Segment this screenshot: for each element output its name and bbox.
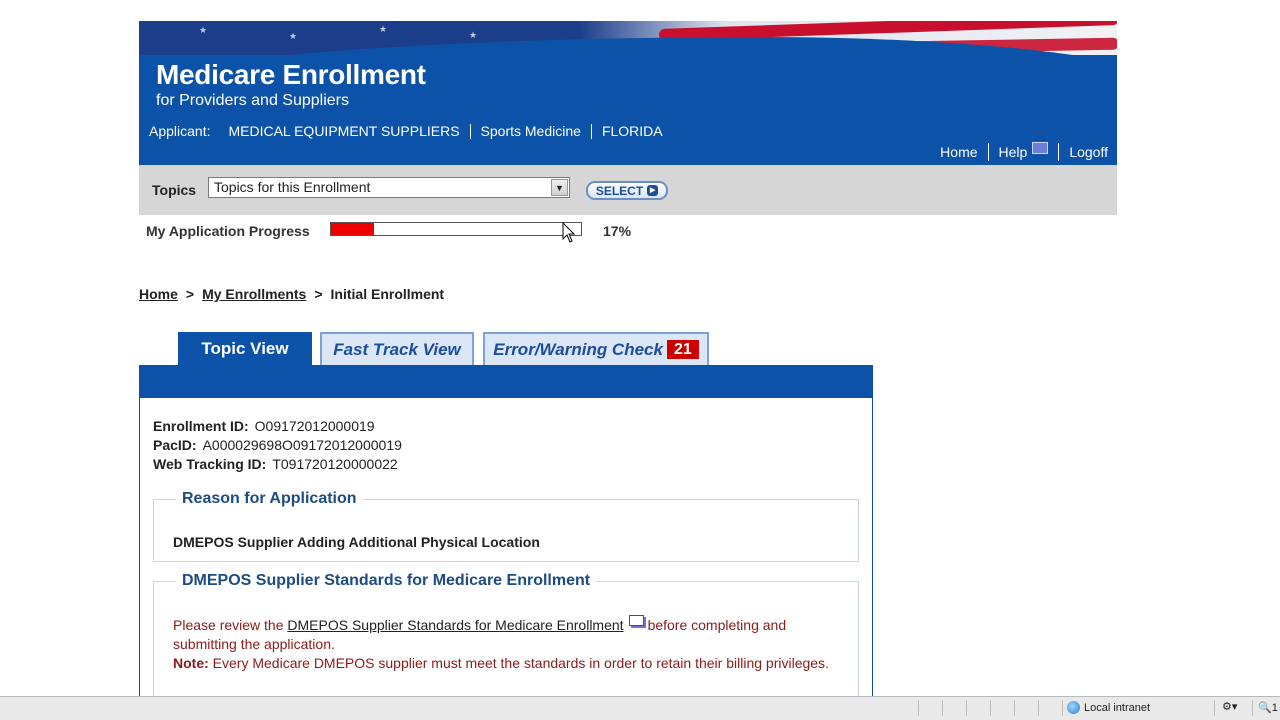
error-count-badge: 21 [666, 340, 699, 359]
applicant-info: Applicant: MEDICAL EQUIPMENT SUPPLIERS S… [149, 123, 663, 139]
protected-mode-icon[interactable]: ⚙▾ [1222, 700, 1237, 713]
web-tracking-id-label: Web Tracking ID: [153, 456, 267, 472]
tab-fast-track-view[interactable]: Fast Track View [320, 332, 474, 365]
breadcrumb-home-link[interactable]: Home [139, 286, 178, 302]
tab-error-warning-check[interactable]: Error/Warning Check 21 [483, 332, 709, 365]
status-divider [1038, 700, 1039, 716]
header-banner: ★ ★ ★ ★ Medicare Enrollment for Provider… [139, 21, 1117, 165]
star-icon: ★ [289, 31, 298, 41]
status-divider [918, 700, 919, 716]
star-icon: ★ [379, 24, 388, 34]
reason-section-title: Reason for Application [182, 490, 357, 507]
supplier-standards-link[interactable]: DMEPOS Supplier Standards for Medicare E… [287, 617, 623, 633]
status-divider [1062, 700, 1063, 716]
breadcrumb-current: Initial Enrollment [330, 286, 445, 302]
nav-help-link[interactable]: Help [998, 142, 1049, 160]
web-tracking-id-value: T091720120000022 [272, 456, 398, 472]
tab-topic-view[interactable]: Topic View [178, 332, 312, 365]
supplier-standards-body: Please review the DMEPOS Supplier Standa… [173, 615, 833, 673]
divider [987, 143, 989, 161]
breadcrumb-separator: > [314, 286, 323, 302]
applicant-state: FLORIDA [601, 123, 663, 139]
play-arrow-icon: ▶ [647, 185, 659, 196]
supplier-standards-title: DMEPOS Supplier Standards for Medicare E… [182, 572, 591, 589]
nav-home-link[interactable]: Home [940, 144, 977, 160]
topics-dropdown-value: Topics for this Enrollment [214, 179, 371, 195]
topics-bar: Topics Topics for this Enrollment ▼ SELE… [139, 165, 1117, 215]
divider [1058, 143, 1060, 161]
divider [590, 123, 592, 139]
site-title: Medicare Enrollment [156, 59, 426, 90]
browser-status-bar: Local intranet ⚙▾ 🔍1 [0, 696, 1280, 720]
applicant-label: Applicant: [149, 123, 211, 139]
pac-id-value: A000029698O09172012000019 [202, 437, 402, 453]
status-divider [966, 700, 967, 716]
zoom-level[interactable]: 🔍1 [1258, 701, 1278, 714]
enrollment-id-label: Enrollment ID: [153, 418, 249, 434]
new-window-icon[interactable] [628, 615, 644, 626]
mouse-pointer-icon [562, 222, 576, 243]
enrollment-id-value: O09172012000019 [254, 418, 375, 434]
new-window-icon [1032, 142, 1049, 154]
site-subtitle: for Providers and Suppliers [156, 92, 349, 109]
divider [469, 123, 471, 139]
tab-error-warning-check-label: Error/Warning Check [493, 339, 663, 359]
security-zone-label: Local intranet [1084, 701, 1151, 714]
top-nav: Home Help Logoff [940, 142, 1108, 161]
progress-label: My Application Progress [146, 223, 310, 239]
star-icon: ★ [199, 25, 208, 35]
reason-text: DMEPOS Supplier Adding Additional Physic… [173, 534, 540, 550]
topics-label: Topics [152, 182, 197, 198]
supplier-standards-section: DMEPOS Supplier Standards for Medicare E… [153, 572, 859, 712]
zoom-level-value: 1 [1271, 702, 1278, 714]
progress-percent: 17% [603, 223, 632, 239]
status-divider [942, 700, 943, 716]
status-divider [990, 700, 991, 716]
note-label: Note: [173, 655, 209, 671]
nav-logoff-link[interactable]: Logoff [1069, 144, 1108, 160]
breadcrumb-my-enrollments-link[interactable]: My Enrollments [202, 286, 306, 302]
tab-topic-view-label: Topic View [201, 338, 289, 358]
status-divider [1252, 700, 1253, 716]
tab-fast-track-view-label: Fast Track View [333, 339, 461, 359]
security-zone[interactable]: Local intranet [1067, 701, 1150, 714]
breadcrumb-separator: > [185, 286, 195, 302]
applicant-type: MEDICAL EQUIPMENT SUPPLIERS [228, 123, 460, 139]
web-tracking-id-row: Web Tracking ID: T091720120000022 [153, 456, 398, 472]
topics-dropdown[interactable]: Topics for this Enrollment ▼ [208, 177, 570, 198]
select-button-label: SELECT [595, 183, 644, 198]
progress-fill [331, 223, 374, 235]
pac-id-label: PacID: [153, 437, 197, 453]
applicant-specialty: Sports Medicine [480, 123, 581, 139]
enrollment-panel: Enrollment ID: O09172012000019 PacID: A000… [139, 398, 873, 712]
panel-header-bar [139, 365, 873, 398]
reason-section: Reason for Application DMEPOS Supplier A… [153, 490, 859, 562]
status-divider [1014, 700, 1015, 716]
nav-help-label: Help [998, 144, 1028, 160]
enrollment-id-row: Enrollment ID: O09172012000019 [153, 418, 375, 434]
dropdown-arrow-icon[interactable]: ▼ [551, 179, 568, 196]
select-button[interactable]: SELECT ▶ [586, 181, 668, 200]
progress-bar [330, 222, 582, 236]
breadcrumb: Home > My Enrollments > Initial Enrollme… [139, 286, 444, 302]
status-divider [1214, 700, 1215, 716]
note-text: Every Medicare DMEPOS supplier must meet… [212, 655, 829, 671]
standards-intro-text: Please review the [173, 617, 284, 633]
pac-id-row: PacID: A000029698O09172012000019 [153, 437, 402, 453]
globe-icon [1067, 701, 1080, 714]
star-icon: ★ [469, 30, 478, 40]
